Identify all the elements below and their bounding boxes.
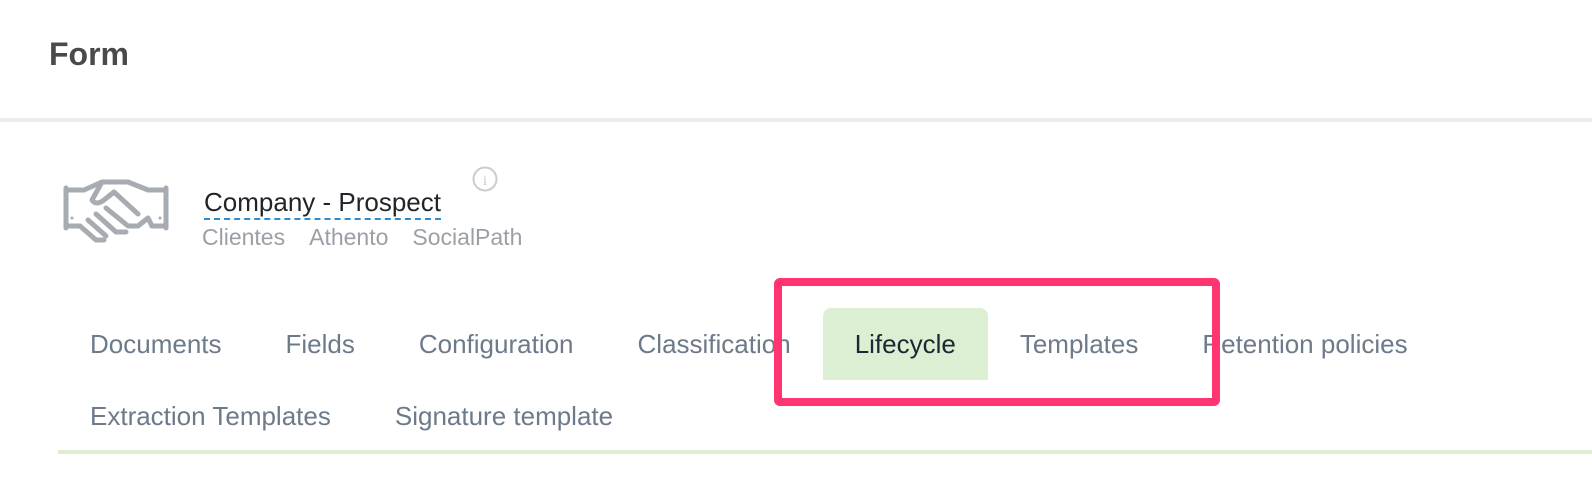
info-icon[interactable]: i — [472, 166, 498, 192]
tab-retention-policies[interactable]: Retention policies — [1170, 308, 1439, 380]
page-title: Form — [49, 36, 129, 72]
svg-text:i: i — [483, 173, 487, 189]
header-divider — [0, 118, 1592, 122]
tab-templates[interactable]: Templates — [988, 308, 1171, 380]
tab-extraction-templates[interactable]: Extraction Templates — [58, 380, 363, 452]
tab-classification[interactable]: Classification — [606, 308, 823, 380]
page-header: Form — [0, 0, 1592, 118]
tabs-row-1: Documents Fields Configuration Classific… — [58, 308, 1440, 380]
tab-configuration[interactable]: Configuration — [387, 308, 606, 380]
tab-lifecycle[interactable]: Lifecycle — [822, 308, 988, 380]
tag: SocialPath — [412, 224, 523, 250]
entity-name-link[interactable]: Company - Prospect — [204, 186, 441, 220]
handshake-icon — [62, 178, 172, 244]
entity-tags: Clientes Athento SocialPath — [202, 224, 522, 251]
tag: Clientes — [202, 224, 286, 250]
tag: Athento — [309, 224, 389, 250]
tab-signature-template[interactable]: Signature template — [363, 380, 645, 452]
tabs-underline — [58, 450, 1592, 454]
tabs-row-2: Extraction Templates Signature template — [58, 380, 645, 452]
tab-fields[interactable]: Fields — [254, 308, 387, 380]
tab-documents[interactable]: Documents — [58, 308, 254, 380]
